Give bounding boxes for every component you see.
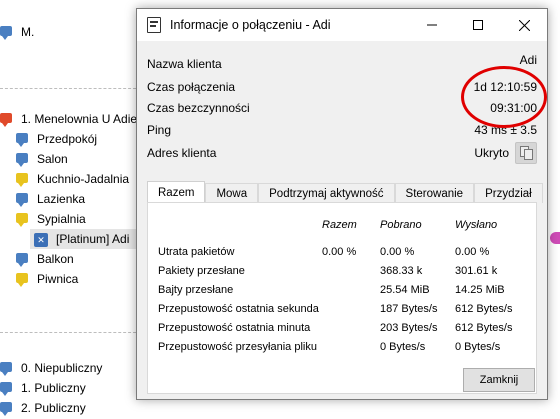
subchannel-przedpokoj[interactable]: Przedpokój: [16, 129, 97, 149]
info-label: Nazwa klienta: [147, 57, 222, 71]
tab-mowa[interactable]: Mowa: [205, 183, 259, 203]
user-icon: ✕: [34, 233, 48, 247]
cell-wyslano: 301.61 k: [455, 265, 498, 277]
info-label: Adres klienta: [147, 146, 217, 160]
tab-bar: Razem Mowa Podtrzymaj aktywność Sterowan…: [147, 181, 543, 204]
channel-lounge[interactable]: 1. Menelownia U Adiego: [0, 109, 150, 129]
channel-icon: [16, 133, 30, 147]
red-annotation-circle: [461, 66, 547, 128]
channel-label: Lazienka: [37, 192, 86, 206]
channel-label: 1. Menelownia U Adiego: [21, 112, 151, 126]
info-label: Czas bezczynności: [147, 101, 250, 115]
user-adi[interactable]: ✕ [Platinum] Adi: [34, 229, 129, 249]
titlebar[interactable]: Informacje o połączeniu - Adi: [137, 9, 547, 41]
channel-label: 2. Publiczny: [21, 401, 86, 415]
user-label: [Platinum] Adi: [56, 232, 130, 246]
cell-razem: 0.00 %: [322, 246, 357, 258]
row-label: Przepustowość przesyłania pliku: [158, 341, 317, 353]
close-icon: [518, 19, 530, 31]
copy-icon[interactable]: [515, 142, 537, 164]
channel-icon: [16, 173, 30, 187]
channel-icon: [16, 253, 30, 267]
subchannel-kuchnio-jadalnia[interactable]: Kuchnio-Jadalnia: [16, 169, 129, 189]
maximize-button[interactable]: [455, 9, 501, 41]
tab-przydzial[interactable]: Przydział: [474, 183, 543, 203]
info-row-ping: Ping 43 ms ± 3.5: [147, 121, 537, 139]
channel-icon: [16, 213, 30, 227]
channel-niepubliczny[interactable]: 0. Niepubliczny: [0, 358, 102, 378]
channel-icon: [0, 362, 14, 376]
info-row-client-name: Nazwa klienta Adi: [147, 53, 537, 73]
cell-pobrano: 25.54 MiB: [380, 284, 430, 296]
close-window-button[interactable]: [501, 9, 547, 41]
channel-icon: [0, 113, 14, 127]
tab-keepalive[interactable]: Podtrzymaj aktywność: [258, 183, 395, 203]
subchannel-piwnica[interactable]: Piwnica: [16, 269, 78, 289]
cell-wyslano: 612 Bytes/s: [455, 303, 513, 315]
spacer-line: [0, 88, 136, 90]
channel-icon: [16, 273, 30, 287]
channel-label: Kuchnio-Jadalnia: [37, 172, 130, 186]
channel-publiczny-2[interactable]: 2. Publiczny: [0, 398, 86, 418]
channel-top[interactable]: M.: [0, 22, 34, 42]
cell-wyslano: 14.25 MiB: [455, 284, 505, 296]
minimize-icon: [427, 24, 437, 26]
cell-pobrano: 0 Bytes/s: [380, 341, 426, 353]
status-indicator-icon: [550, 232, 560, 244]
row-label: Bajty przesłane: [158, 284, 234, 296]
subchannel-lazienka[interactable]: Lazienka: [16, 189, 85, 209]
info-value: Ukryto: [474, 146, 509, 160]
dialog-title: Informacje o połączeniu - Adi: [170, 18, 331, 32]
subchannel-sypialnia[interactable]: Sypialnia: [16, 209, 86, 229]
channel-label: M.: [21, 25, 35, 39]
subchannel-salon[interactable]: Salon: [16, 149, 68, 169]
col-header-wyslano: Wysłano: [455, 219, 498, 231]
channel-label: 1. Publiczny: [21, 381, 86, 395]
channel-icon: [16, 153, 30, 167]
tab-panel: Razem Pobrano Wysłano Utrata pakietów 0.…: [147, 202, 537, 394]
channel-publiczny-1[interactable]: 1. Publiczny: [0, 378, 86, 398]
channel-label: Sypialnia: [37, 212, 86, 226]
channel-label: 0. Niepubliczny: [21, 361, 103, 375]
cell-wyslano: 612 Bytes/s: [455, 322, 513, 334]
close-button[interactable]: Zamknij: [463, 368, 535, 392]
row-label: Przepustowość ostatnia minuta: [158, 322, 311, 334]
col-header-pobrano: Pobrano: [380, 219, 422, 231]
channel-icon: [0, 382, 14, 396]
channel-icon: [16, 193, 30, 207]
subchannel-balkon[interactable]: Balkon: [16, 249, 74, 269]
row-label: Utrata pakietów: [158, 246, 235, 258]
info-row-client-address: Adres klienta Ukryto: [147, 142, 537, 164]
row-label: Pakiety przesłane: [158, 265, 245, 277]
channel-label: Balkon: [37, 252, 74, 266]
cell-pobrano: 203 Bytes/s: [380, 322, 438, 334]
row-label: Przepustowość ostatnia sekunda: [158, 303, 319, 315]
cell-wyslano: 0.00 %: [455, 246, 490, 258]
connection-info-dialog: Informacje o połączeniu - Adi Nazwa klie…: [136, 8, 548, 400]
col-header-razem: Razem: [322, 219, 357, 231]
app-icon: [147, 17, 161, 33]
maximize-icon: [473, 20, 483, 30]
cell-wyslano: 0 Bytes/s: [455, 341, 501, 353]
channel-icon: [0, 26, 14, 40]
spacer-line: [0, 332, 136, 334]
channel-label: Salon: [37, 152, 68, 166]
channel-icon: [0, 402, 14, 416]
tab-sterowanie[interactable]: Sterowanie: [394, 183, 475, 203]
cell-pobrano: 368.33 k: [380, 265, 423, 277]
minimize-button[interactable]: [409, 9, 455, 41]
channel-label: Piwnica: [37, 272, 79, 286]
cell-pobrano: 0.00 %: [380, 246, 415, 258]
info-label: Ping: [147, 123, 172, 137]
tab-razem[interactable]: Razem: [147, 181, 206, 204]
info-label: Czas połączenia: [147, 80, 236, 94]
cell-pobrano: 187 Bytes/s: [380, 303, 438, 315]
channel-label: Przedpokój: [37, 132, 98, 146]
info-value: Adi: [519, 53, 537, 67]
